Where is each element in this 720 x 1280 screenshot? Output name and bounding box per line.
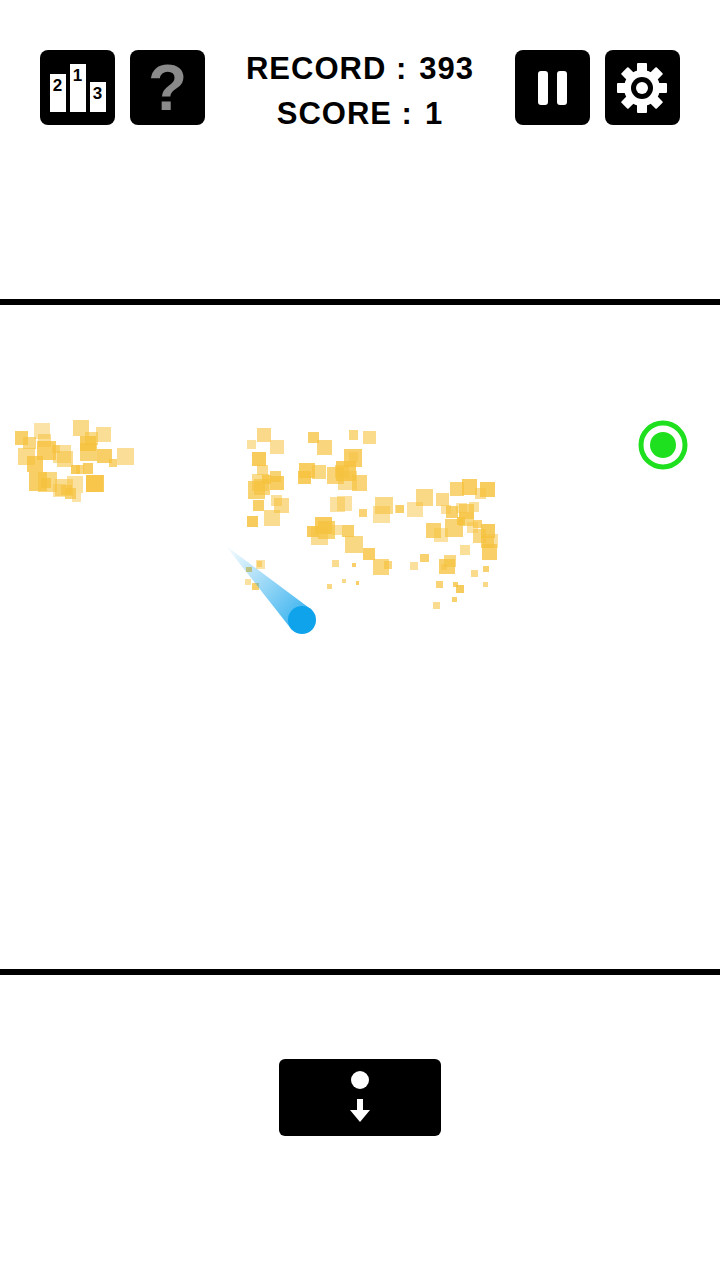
particle (330, 497, 345, 512)
record-value: 393 (419, 50, 474, 87)
ball (288, 606, 316, 634)
settings-button[interactable] (605, 50, 680, 125)
bottom-wall (0, 969, 720, 975)
particle (65, 488, 76, 499)
particle (345, 536, 362, 553)
particle (254, 479, 269, 494)
help-label: ? (148, 56, 187, 120)
podium-step: 1 (68, 62, 88, 114)
top-wall (0, 299, 720, 305)
particle (83, 463, 93, 473)
score-label: SCORE : (277, 95, 413, 132)
particle (459, 504, 474, 519)
record-label: RECORD : (246, 50, 407, 87)
particle (349, 452, 359, 462)
particle (384, 561, 392, 569)
particle (471, 570, 479, 578)
record: RECORD : 393 (246, 50, 474, 87)
particle (433, 602, 440, 609)
particle (363, 431, 376, 444)
drop-button[interactable] (279, 1059, 441, 1136)
particle (436, 581, 443, 588)
particle (356, 581, 360, 585)
particle (483, 582, 488, 587)
particle (52, 445, 60, 453)
particle (86, 475, 104, 493)
particle (441, 564, 447, 570)
particle (483, 566, 489, 572)
particle (38, 434, 51, 447)
drop-ball-icon (340, 1068, 380, 1128)
play-area[interactable] (0, 305, 720, 969)
gear-icon (614, 60, 670, 116)
particle (317, 440, 332, 455)
podium-icon: 213 (48, 62, 108, 114)
particle (452, 597, 457, 602)
particle (247, 516, 259, 528)
particle (420, 554, 429, 563)
particle (407, 502, 422, 517)
scores: RECORD : 393SCORE : 1 (246, 50, 474, 132)
particle (117, 448, 134, 465)
score-value: 1 (425, 95, 443, 132)
particle (71, 465, 80, 474)
particle (15, 431, 28, 444)
particle (436, 493, 449, 506)
particle (270, 471, 281, 482)
particle (252, 452, 266, 466)
particle (460, 545, 470, 555)
particle (80, 443, 98, 461)
particle (96, 427, 111, 442)
particle (299, 463, 315, 479)
particle (363, 548, 375, 560)
particle (271, 495, 282, 506)
particle (27, 456, 43, 472)
particle (41, 478, 52, 489)
pause-icon (538, 71, 567, 105)
particle (352, 475, 368, 491)
particle (253, 500, 264, 511)
particle (247, 440, 256, 449)
particle (456, 585, 464, 593)
particle (257, 561, 263, 567)
left-buttons: 213? (40, 50, 205, 125)
particle (445, 519, 463, 537)
particle (473, 529, 487, 543)
game-screen: 213?RECORD :393SCORE :1 (0, 0, 720, 1280)
target (641, 423, 685, 467)
particle (270, 440, 284, 454)
pause-button[interactable] (515, 50, 590, 125)
top-bar: 213?RECORD :393SCORE :1 (0, 0, 720, 299)
particle (352, 563, 356, 567)
particle (257, 428, 271, 442)
podium-step: 2 (48, 72, 68, 114)
particle (245, 579, 251, 585)
right-buttons (515, 50, 680, 125)
score: SCORE : 1 (277, 95, 443, 132)
footer (0, 975, 720, 1280)
podium-step: 3 (88, 80, 108, 114)
particle (373, 506, 389, 522)
leaderboard-button[interactable]: 213 (40, 50, 115, 125)
particle (318, 521, 335, 538)
help-button[interactable]: ? (130, 50, 205, 125)
particle (462, 479, 478, 495)
particle (395, 505, 404, 514)
particle (359, 509, 367, 517)
particle (327, 584, 332, 589)
particle (342, 579, 346, 583)
particle (342, 525, 354, 537)
particle (332, 560, 339, 567)
particle (349, 430, 359, 440)
particle (410, 562, 418, 570)
game-canvas (0, 305, 720, 969)
particle (109, 459, 117, 467)
